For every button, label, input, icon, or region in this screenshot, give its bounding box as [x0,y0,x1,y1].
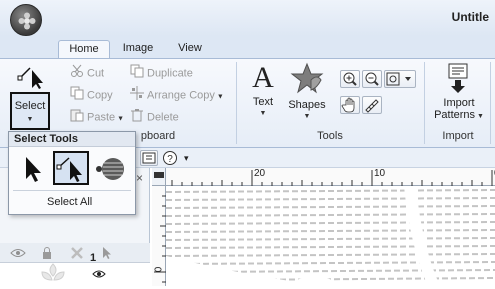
cut-icon [70,64,84,83]
zoom-fit-icon [386,72,411,86]
pattern-thumbnail[interactable] [28,262,78,286]
tools-group-label: Tools [317,130,343,142]
duplicate-button[interactable]: Duplicate [130,64,193,80]
close-panel-icon[interactable]: × [136,172,148,184]
eye-icon[interactable] [10,246,26,260]
customize-toolbar-icon[interactable]: ▾ [184,150,194,166]
pointer-icon[interactable] [100,246,114,260]
magic-wand-tool[interactable] [95,151,131,185]
ruler-corner [152,168,166,186]
popup-divider [13,190,131,191]
window-title: Untitle [451,10,489,24]
pattern-visible-eye-icon[interactable] [92,268,106,280]
text-button[interactable]: A Text ▼ [246,62,280,120]
view-mode-button[interactable] [140,150,158,166]
zoom-in-icon [343,72,357,86]
select-all-menu-item[interactable]: Select All [13,192,131,212]
ruler-label-10: 10 [374,168,386,179]
arrow-select-tool[interactable] [13,151,49,185]
group-separator [424,62,425,144]
svg-text:?: ? [167,154,173,165]
ruler-label-20: 20 [254,168,266,179]
delete-x-icon[interactable] [70,246,84,260]
pan-icon [341,97,355,113]
arrange-copy-button[interactable]: Arrange Copy ▼ [130,86,224,102]
text-label: Text [252,96,274,108]
copy-icon [70,86,84,105]
select-tools-header: Select Tools [9,132,135,147]
text-dropdown-icon: ▼ [259,110,267,117]
title-bar [0,0,495,36]
shapes-icon [286,62,328,97]
import-patterns-icon [430,62,488,97]
duplicate-label: Duplicate [147,67,193,80]
cut-label: Cut [87,67,105,80]
select-tools-popup: Select Tools Select All [8,131,136,215]
paste-button[interactable]: Paste ▼ [70,108,124,124]
pan-button[interactable] [340,96,360,114]
tab-view[interactable]: View [170,40,210,58]
lasso-select-tool[interactable] [53,151,89,185]
zoom-fit-button[interactable] [384,70,416,88]
help-button[interactable]: ? [162,150,178,166]
app-orb-button[interactable] [10,4,42,36]
delete-button[interactable]: Delete [130,108,179,124]
app-orb-icon [18,12,36,30]
select-button[interactable]: Select ▼ [10,92,50,130]
tab-home[interactable]: Home [58,40,110,59]
magic-wand-icon [96,158,124,180]
copy-button[interactable]: Copy [70,86,113,102]
import-group-label: Import [442,130,474,142]
import-patterns-label-line2: Patterns ▼ [434,109,484,121]
paste-dropdown-icon: ▼ [115,115,125,123]
arrange-copy-dropdown-icon: ▼ [214,93,224,101]
chevron-down-icon: ▼ [26,116,34,123]
import-patterns-label-line1: Import [443,97,475,109]
lasso-select-icon [56,157,82,182]
copy-label: Copy [87,89,113,102]
ruler-unit-icon [154,172,164,178]
arrow-select-icon [26,157,41,182]
tab-image[interactable]: Image [116,40,160,58]
duplicate-icon [130,64,144,83]
lock-icon[interactable] [40,246,54,260]
clipboard-group-label: pboard [140,130,176,142]
design-canvas[interactable] [166,186,495,286]
arrange-copy-icon [130,86,144,105]
embroidery-pattern [166,186,495,286]
delete-icon [130,108,144,127]
view-mode-icon [142,152,156,164]
zoom-in-button[interactable] [340,70,360,88]
shapes-dropdown-icon: ▼ [303,113,311,120]
delete-label: Delete [147,111,179,124]
import-dropdown-icon: ▼ [475,113,484,120]
measure-button[interactable] [362,96,382,114]
top-ruler [152,168,495,186]
zoom-out-icon [365,72,379,86]
paste-icon [70,108,84,127]
import-patterns-button[interactable]: Import Patterns ▼ [430,62,488,123]
group-separator [236,62,237,144]
cut-button[interactable]: Cut [70,64,104,80]
text-icon: A [252,61,274,94]
select-button-label: Select [14,100,46,112]
shapes-button[interactable]: Shapes ▼ [286,62,328,123]
left-ruler-label-0: 0 [153,266,165,273]
select-tool-large-icon[interactable] [14,62,48,90]
shapes-label: Shapes [288,99,326,111]
arrange-copy-label: Arrange Copy [147,89,215,102]
measure-icon [365,99,379,113]
zoom-out-button[interactable] [362,70,382,88]
help-icon: ? [163,151,177,165]
paste-label: Paste [87,111,116,124]
group-separator [490,62,491,144]
pattern-item-number: 1 [90,252,97,264]
